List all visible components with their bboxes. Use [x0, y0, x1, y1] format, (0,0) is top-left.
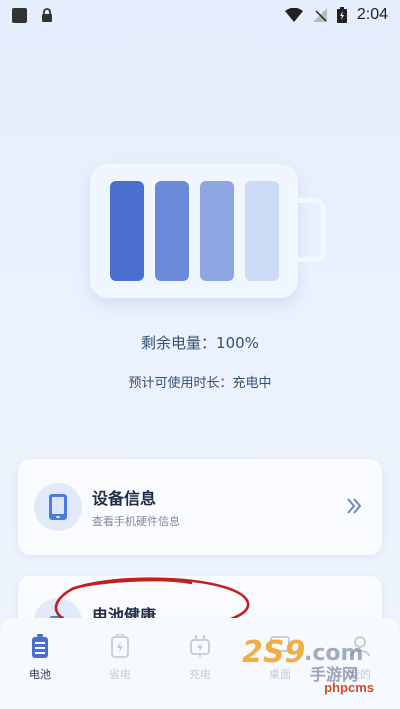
- svg-text:2S9: 2S9: [242, 635, 305, 670]
- svg-text:.com: .com: [304, 641, 363, 666]
- tab-power-save[interactable]: 省电: [80, 634, 160, 709]
- notification-icon: [12, 7, 27, 23]
- device-info-card[interactable]: 设备信息 查看手机硬件信息: [18, 459, 382, 555]
- lock-icon: [42, 7, 52, 22]
- charging-icon: [190, 635, 210, 657]
- battery-cap: [298, 198, 326, 262]
- battery-cell-4: [245, 181, 279, 281]
- tab-charging[interactable]: 充电: [160, 634, 240, 709]
- battery-cell-1: [110, 181, 144, 281]
- status-time: 2:04: [356, 6, 388, 23]
- device-info-subtitle: 查看手机硬件信息: [92, 515, 180, 528]
- remaining-charge-label: 剩余电量：100%: [141, 334, 259, 352]
- power-save-icon: [111, 634, 129, 658]
- wifi-icon: [284, 8, 303, 22]
- tab-battery-label: 电池: [29, 668, 51, 681]
- device-info-title: 设备信息: [92, 489, 157, 508]
- battery-illustration: [90, 164, 330, 298]
- battery-icon: [32, 634, 48, 658]
- battery-cell-2: [155, 181, 189, 281]
- double-chevron-right-icon: [347, 498, 362, 514]
- battery-status-icon: [336, 7, 347, 23]
- no-signal-icon: [312, 8, 327, 22]
- tab-power-save-label: 省电: [109, 668, 131, 681]
- watermark-logo: 2S9 .com 手游网: [242, 635, 363, 684]
- status-bar: 2:04: [0, 0, 400, 30]
- tab-battery[interactable]: 电池: [0, 634, 80, 709]
- phone-icon: [34, 483, 82, 531]
- battery-cell-3: [200, 181, 234, 281]
- watermark-domain: phpcms: [324, 680, 374, 695]
- estimated-time-label: 预计可使用时长：充电中: [128, 376, 272, 391]
- battery-outline: [90, 164, 298, 298]
- tab-charging-label: 充电: [189, 668, 211, 681]
